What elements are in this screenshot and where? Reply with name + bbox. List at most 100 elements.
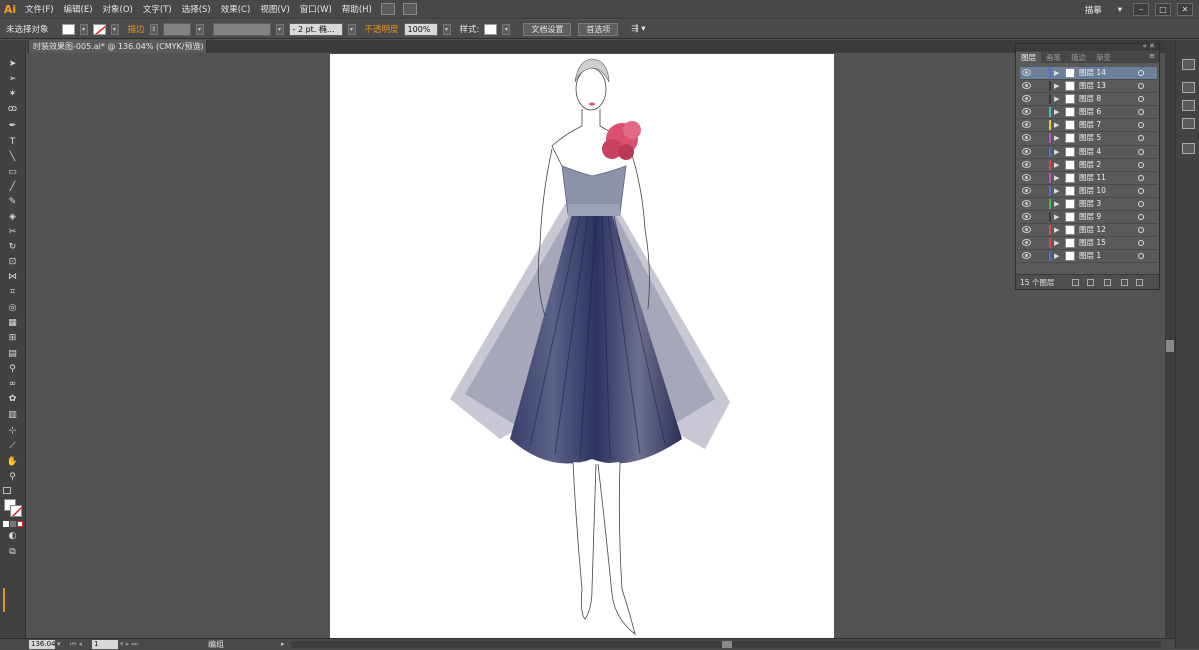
shape-builder-tool-icon[interactable]: ◎ — [6, 302, 19, 314]
next-artboard-icon[interactable]: ▾ ▸ ⏭ — [120, 639, 138, 650]
layer-target-icon[interactable] — [1138, 109, 1144, 116]
blob-brush-tool-icon[interactable]: ◈ — [6, 211, 19, 223]
panel-header[interactable]: « ✕ — [1016, 42, 1159, 51]
rectangle-tool-icon[interactable]: ▭ — [6, 166, 19, 178]
layer-name[interactable]: 图层 2 — [1079, 159, 1101, 171]
bridge-icon[interactable] — [380, 3, 395, 15]
layer-row[interactable]: ▶ 图层 2 — [1020, 159, 1157, 172]
menu-edit[interactable]: 编辑(E) — [59, 3, 98, 15]
status-menu-icon[interactable]: ▸ — [281, 639, 285, 650]
layer-row[interactable]: ▶ 图层 8 — [1020, 93, 1157, 107]
layer-row[interactable]: ▶ 图层 1 — [1020, 250, 1157, 264]
vertical-scrollbar[interactable] — [1165, 40, 1175, 638]
pencil-tool-icon[interactable]: ✎ — [6, 196, 19, 208]
perspective-grid-tool-icon[interactable]: ▦ — [6, 317, 19, 329]
maximize-button[interactable]: □ — [1155, 3, 1171, 16]
expand-layer-icon[interactable]: ▶ — [1054, 250, 1059, 262]
expand-layer-icon[interactable]: ▶ — [1054, 172, 1059, 184]
layer-target-icon[interactable] — [1138, 135, 1144, 142]
layer-row[interactable]: ▶ 图层 5 — [1020, 132, 1157, 146]
style-dropdown-icon[interactable]: ▾ — [502, 23, 511, 35]
rotate-tool-icon[interactable]: ↻ — [6, 241, 19, 253]
artboard-number-field[interactable]: 1 — [92, 640, 118, 649]
width-tool-icon[interactable]: ⋈ — [6, 271, 19, 283]
layer-target-icon[interactable] — [1138, 253, 1144, 260]
visibility-eye-icon[interactable] — [1022, 213, 1031, 221]
gradient-mode-icon[interactable] — [10, 521, 16, 527]
symbol-sprayer-tool-icon[interactable]: ✿ — [6, 393, 19, 405]
stroke-swatch[interactable] — [92, 23, 106, 35]
menu-window[interactable]: 窗口(W) — [295, 3, 337, 15]
zoom-dropdown-icon[interactable]: ▾ — [57, 639, 61, 650]
color-mode-icon[interactable] — [3, 521, 9, 527]
create-layer-icon[interactable] — [1121, 279, 1128, 286]
layer-row[interactable]: ▶ 图层 3 — [1020, 198, 1157, 212]
layer-name[interactable]: 图层 3 — [1079, 198, 1101, 210]
minimize-button[interactable]: – — [1133, 3, 1149, 16]
layer-row[interactable]: ▶ 图层 12 — [1020, 224, 1157, 238]
layer-name[interactable]: 图层 6 — [1079, 106, 1101, 118]
expand-layer-icon[interactable]: ▶ — [1054, 67, 1059, 79]
visibility-eye-icon[interactable] — [1022, 82, 1031, 90]
brush-dropdown-icon[interactable]: ▾ — [347, 23, 356, 35]
visibility-eye-icon[interactable] — [1022, 69, 1031, 76]
horizontal-scrollbar[interactable] — [291, 641, 1161, 648]
visibility-eye-icon[interactable] — [1022, 186, 1031, 194]
color-panel-icon[interactable] — [1182, 59, 1195, 70]
layer-name[interactable]: 图层 8 — [1079, 93, 1101, 105]
layer-row[interactable]: ▶ 图层 13 — [1020, 80, 1157, 94]
layer-row[interactable]: ▶ 图层 15 — [1020, 237, 1157, 251]
panel-collapse-icon[interactable]: « ✕ — [1143, 42, 1155, 50]
tab-gradient[interactable]: 渐变 — [1091, 52, 1116, 63]
gradient-tool-icon[interactable]: ▤ — [6, 348, 19, 360]
first-artboard-icon[interactable]: ⏮ ◂ — [70, 639, 82, 650]
make-clipping-mask-icon[interactable] — [1087, 279, 1094, 286]
expand-layer-icon[interactable]: ▶ — [1054, 211, 1059, 223]
layer-name[interactable]: 图层 13 — [1079, 80, 1106, 92]
expand-layer-icon[interactable]: ▶ — [1054, 198, 1059, 210]
magic-wand-tool-icon[interactable]: ✶ — [6, 88, 19, 100]
panel-menu-icon[interactable]: ≡ — [1149, 52, 1155, 60]
layer-row[interactable]: ▶ 图层 11 — [1020, 172, 1157, 185]
direct-selection-tool-icon[interactable]: ➢ — [6, 73, 19, 85]
artboard-tool-icon[interactable]: ⊹ — [6, 425, 19, 437]
expand-layer-icon[interactable]: ▶ — [1054, 132, 1059, 144]
close-button[interactable]: ✕ — [1177, 3, 1193, 16]
layer-target-icon[interactable] — [1138, 200, 1144, 207]
swatches-panel-icon[interactable] — [1182, 82, 1195, 93]
menu-view[interactable]: 视图(V) — [255, 3, 294, 15]
layer-target-icon[interactable] — [1138, 70, 1144, 76]
opacity-field[interactable]: 100% — [403, 22, 438, 36]
visibility-eye-icon[interactable] — [1022, 108, 1031, 116]
slice-tool-icon[interactable]: ⟋ — [6, 440, 19, 452]
opacity-dropdown-icon[interactable]: ▾ — [442, 23, 451, 35]
eyedropper-tool-icon[interactable]: ⚲ — [6, 363, 19, 375]
draw-mode-icon[interactable]: ◐ — [6, 530, 19, 542]
visibility-eye-icon[interactable] — [1022, 199, 1031, 207]
layer-row[interactable]: ▶ 图层 9 — [1020, 211, 1157, 225]
selection-tool-icon[interactable]: ➤ — [6, 58, 19, 70]
layer-name[interactable]: 图层 9 — [1079, 211, 1101, 223]
line-tool-icon[interactable]: ╲ — [6, 151, 19, 163]
visibility-eye-icon[interactable] — [1022, 160, 1031, 168]
menu-file[interactable]: 文件(F) — [20, 3, 59, 15]
control-bar-options-icon[interactable]: ⇶ ▾ — [631, 24, 645, 34]
mesh-tool-icon[interactable]: ⊞ — [6, 332, 19, 344]
workspace-switcher[interactable]: 描摹 — [1080, 4, 1107, 16]
visibility-eye-icon[interactable] — [1022, 173, 1031, 181]
expand-layer-icon[interactable]: ▶ — [1054, 224, 1059, 236]
tab-stroke[interactable]: 描边 — [1066, 52, 1091, 63]
menu-type[interactable]: 文字(T) — [138, 3, 177, 15]
paintbrush-tool-icon[interactable]: ╱ — [6, 181, 19, 193]
expand-layer-icon[interactable]: ▶ — [1054, 106, 1059, 118]
layer-name[interactable]: 图层 12 — [1079, 224, 1106, 236]
layer-name[interactable]: 图层 10 — [1079, 185, 1106, 197]
free-transform-tool-icon[interactable]: ⌗ — [6, 286, 19, 298]
layer-target-icon[interactable] — [1138, 174, 1144, 181]
vertical-scroll-thumb[interactable] — [1166, 340, 1174, 352]
stroke-weight-stepper[interactable]: ⇕ — [149, 23, 158, 35]
visibility-eye-icon[interactable] — [1022, 226, 1031, 234]
layer-target-icon[interactable] — [1138, 214, 1144, 221]
document-tab[interactable]: 时装效果图-005.ai* @ 136.04% (CMYK/预览) × — [29, 40, 207, 53]
layer-row[interactable]: ▶ 图层 6 — [1020, 106, 1157, 120]
